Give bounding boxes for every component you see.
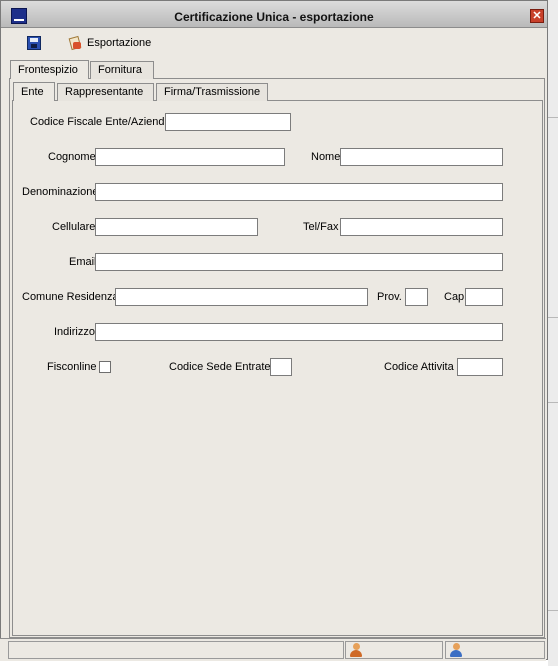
email-input[interactable] — [95, 253, 503, 271]
codice-sede-entratel-label: Codice Sede Entratel — [169, 361, 273, 373]
indirizzo-input[interactable] — [95, 323, 503, 341]
tel-fax-input[interactable] — [340, 218, 503, 236]
tel-fax-label: Tel/Fax — [303, 221, 339, 233]
tab-ente[interactable]: Ente — [13, 82, 55, 101]
email-label: Email — [69, 256, 97, 268]
close-button[interactable]: ✕ — [530, 9, 544, 23]
status-bar — [0, 638, 546, 661]
user-info-icon — [449, 643, 463, 658]
tab-frontespizio[interactable]: Frontespizio — [10, 60, 89, 79]
cellulare-input[interactable] — [95, 218, 258, 236]
indirizzo-label: Indirizzo — [54, 326, 95, 338]
fisconline-label: Fisconline — [47, 361, 97, 373]
background-divider — [548, 610, 558, 611]
save-button[interactable] — [27, 34, 41, 52]
export-icon — [67, 35, 83, 51]
title-bar: Certificazione Unica - esportazione ✕ — [1, 1, 547, 28]
status-segment-user — [345, 641, 443, 659]
fisconline-checkbox[interactable] — [99, 361, 111, 373]
cap-label: Cap — [444, 291, 465, 303]
codice-attivita-input[interactable] — [457, 358, 503, 376]
status-segment-user-info — [445, 641, 545, 659]
comune-residenza-input[interactable] — [115, 288, 368, 306]
denominazione-label: Denominazione — [22, 186, 99, 198]
comune-residenza-label: Comune Residenza — [22, 291, 119, 303]
background-divider — [548, 402, 558, 403]
cognome-label: Cognome — [48, 151, 96, 163]
tab-firma-trasmissione[interactable]: Firma/Trasmissione — [156, 83, 268, 101]
denominazione-input[interactable] — [95, 183, 503, 201]
tab-fornitura[interactable]: Fornitura — [90, 61, 154, 79]
background-window-edge — [548, 0, 558, 666]
prov-label: Prov. — [377, 291, 402, 303]
floppy-disk-icon — [27, 36, 41, 50]
background-divider — [548, 317, 558, 318]
export-button[interactable]: Esportazione — [67, 34, 151, 52]
cognome-input[interactable] — [95, 148, 285, 166]
codice-fiscale-input[interactable] — [165, 113, 291, 131]
prov-input[interactable] — [405, 288, 428, 306]
export-button-label: Esportazione — [87, 37, 152, 49]
toolbar: Esportazione — [1, 28, 547, 58]
nome-input[interactable] — [340, 148, 503, 166]
window-title: Certificazione Unica - esportazione — [174, 10, 374, 24]
user-icon — [349, 643, 363, 658]
nome-label: Nome — [311, 151, 341, 163]
codice-attivita-label: Codice Attivita — [384, 361, 454, 373]
status-segment-main — [8, 641, 344, 659]
cap-input[interactable] — [465, 288, 503, 306]
background-divider — [548, 117, 558, 118]
tab-rappresentante[interactable]: Rappresentante — [57, 83, 154, 101]
codice-fiscale-label: Codice Fiscale Ente/Azienda — [30, 116, 171, 128]
codice-sede-entratel-input[interactable] — [270, 358, 292, 376]
cellulare-label: Cellulare — [52, 221, 96, 233]
